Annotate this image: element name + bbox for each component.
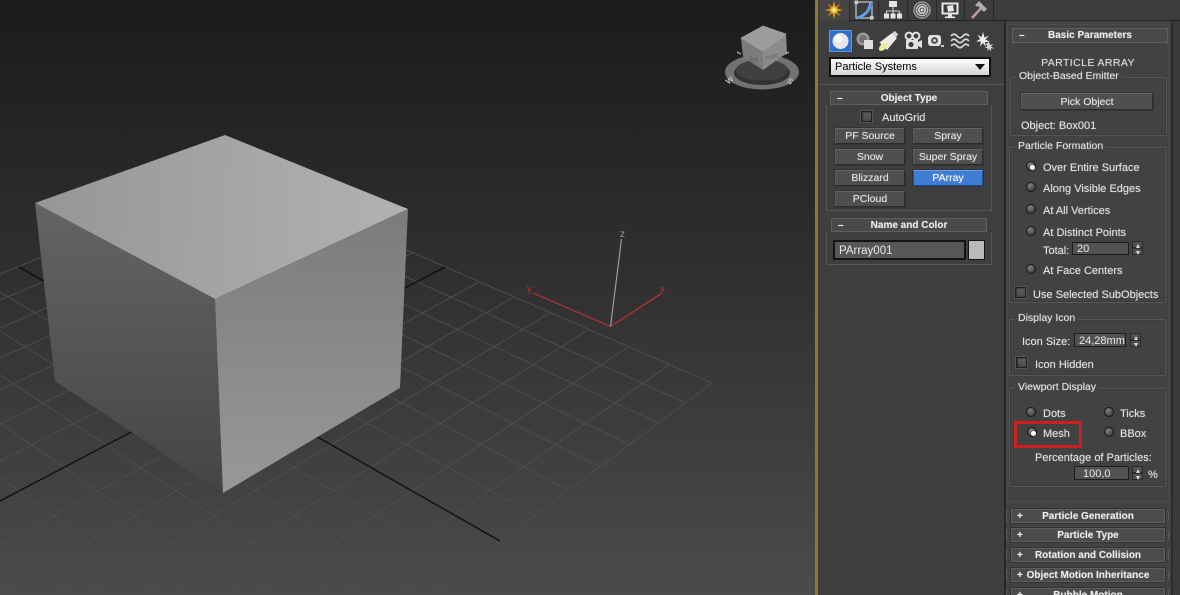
svg-text:y: y	[527, 284, 532, 295]
svg-text:x: x	[660, 284, 665, 295]
svg-text:z: z	[620, 229, 625, 240]
